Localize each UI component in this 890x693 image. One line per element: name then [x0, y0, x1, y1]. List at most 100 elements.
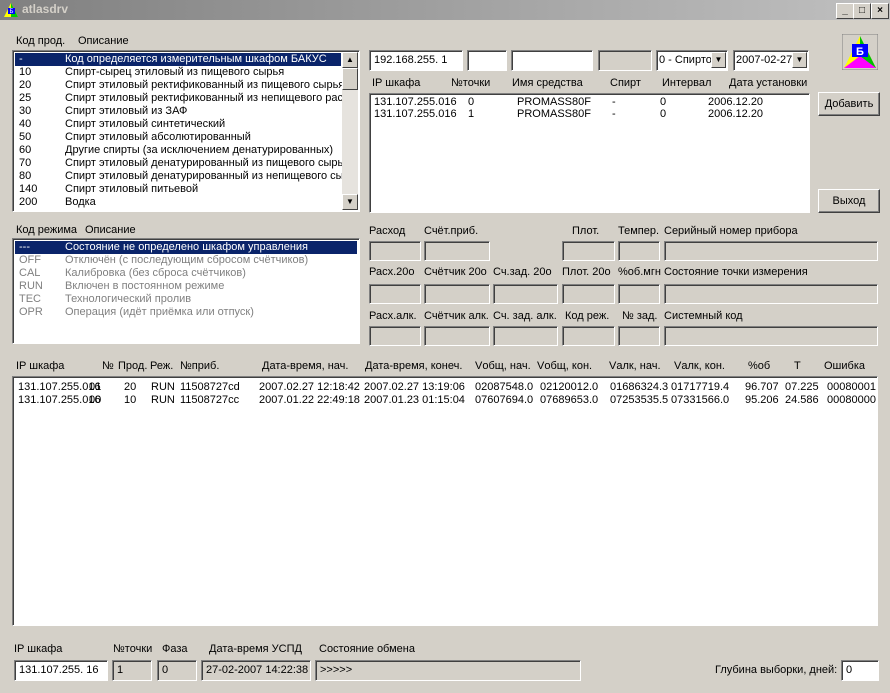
products-code-header: Код прод. — [16, 35, 66, 47]
column-header[interactable]: IP шкафа — [372, 77, 420, 89]
mode-desc: Технологический пролив — [65, 293, 192, 305]
column-header[interactable]: Дата-время, конеч. — [365, 360, 462, 372]
list-item[interactable]: 25 Спирт этиловый ректификованный из непи… — [15, 92, 348, 105]
logo-icon: Б — [842, 34, 878, 70]
column-header[interactable]: Дата установки — [729, 77, 807, 89]
table-cell: 0 — [468, 96, 475, 108]
depth-field[interactable]: 0 — [841, 660, 879, 681]
spirit-select[interactable]: 0 - Спирто ▼ — [656, 50, 728, 71]
column-header[interactable]: Vобщ, кон. — [537, 360, 592, 372]
list-item[interactable]: 80 Спирт этиловый денатурированный из неп… — [15, 170, 350, 183]
column-header[interactable]: IP шкафа — [16, 360, 64, 372]
column-header[interactable]: Имя средства — [512, 77, 583, 89]
products-list[interactable]: - Код определяется измерительным шкафом Б… — [12, 50, 360, 212]
mode-code: OPR — [19, 306, 43, 318]
param-field — [562, 326, 615, 346]
param-label: Сч.зад. 20о — [493, 266, 552, 278]
list-item[interactable]: 200 Водка — [15, 196, 341, 209]
param-label: Код реж. — [565, 310, 610, 322]
list-item[interactable]: CAL Калибровка (без сброса счётчиков) — [15, 267, 357, 280]
table-cell: 07607694.0 — [475, 394, 534, 406]
list-item[interactable]: 50 Спирт этиловый абсолютированный — [15, 131, 341, 144]
column-header[interactable]: №точки — [451, 77, 490, 89]
list-item[interactable]: 10 Спирт-сырец этиловый из пищевого сырья — [15, 66, 341, 79]
param-field — [493, 326, 558, 346]
date-select-chevron-down-icon[interactable]: ▼ — [792, 52, 807, 68]
list-item[interactable]: - Код определяется измерительным шкафом Б… — [15, 53, 341, 66]
list-item[interactable]: RUN Включен в постоянном режиме — [15, 280, 357, 293]
scroll-down-icon[interactable]: ▼ — [342, 194, 358, 210]
column-header[interactable]: Vалк, кон. — [674, 360, 725, 372]
add-button[interactable]: Добавить — [818, 92, 880, 116]
column-header[interactable]: T — [794, 360, 801, 372]
product-code: 70 — [19, 157, 32, 169]
maximize-button[interactable]: □ — [853, 3, 871, 19]
scroll-thumb[interactable] — [342, 68, 358, 90]
devices-table[interactable]: 131.107.255.016 0 PROMASS80F -0 2006.12.20 13… — [369, 93, 810, 213]
scroll-up-icon[interactable]: ▲ — [342, 52, 358, 68]
param-label: Счётчик 20о — [424, 266, 487, 278]
param-label: Системный код — [664, 310, 743, 322]
product-desc: Спирт этиловый ректификованный из непище… — [65, 92, 349, 104]
list-item[interactable]: 40 Спирт этиловый синтетический — [15, 118, 341, 131]
list-item[interactable]: OPR Операция (идёт приёмка или отпуск) — [15, 306, 357, 319]
close-button[interactable]: × — [871, 3, 889, 19]
list-item[interactable]: 70 Спирт этиловый денатурированный из пищ… — [15, 157, 343, 170]
title-bar[interactable]: Б atlasdrv _ □ × — [0, 0, 890, 20]
spirit-filter-field — [598, 50, 652, 71]
date-select[interactable]: 2007-02-27 ▼ — [733, 50, 809, 71]
table-cell: 2006.12.20 — [708, 108, 764, 120]
column-header[interactable]: № — [102, 360, 114, 372]
point-filter-field[interactable] — [467, 50, 507, 71]
list-item[interactable]: --- Состояние не определено шкафом управл… — [15, 241, 357, 254]
column-header[interactable]: Дата-время, нач. — [262, 360, 348, 372]
table-cell: 01717719.4 — [671, 381, 730, 393]
mode-desc: Операция (идёт приёмка или отпуск) — [65, 306, 254, 318]
table-row[interactable]: 131.107.255.016 1 PROMASS80F - 0 2006.12.20 — [372, 108, 807, 120]
column-header[interactable]: %об — [748, 360, 770, 372]
list-item[interactable]: 140 Спирт этиловый питьевой — [15, 183, 341, 196]
exit-button[interactable]: Выход — [818, 189, 880, 213]
table-cell: 11508727cd — [180, 381, 240, 393]
spirit-select-chevron-down-icon[interactable]: ▼ — [711, 52, 726, 68]
minimize-button[interactable]: _ — [836, 3, 854, 19]
table-cell: 2007.02.27 12:18:42 — [259, 381, 360, 393]
table-cell: 95.206 — [745, 394, 779, 406]
column-header[interactable]: Ошибка — [824, 360, 865, 372]
footer-ip-value: 131.107.255. 16 — [19, 664, 99, 676]
column-header[interactable]: Интервал — [662, 77, 711, 89]
footer-ip-field[interactable]: 131.107.255. 16 — [14, 660, 108, 681]
list-item[interactable]: 30 Спирт этиловый из ЗАФ — [15, 105, 341, 118]
app-icon: Б — [4, 3, 18, 17]
name-filter-field[interactable] — [511, 50, 593, 71]
param-label: Сч. зад. алк. — [493, 310, 557, 322]
column-header[interactable]: Vобщ, нач. — [475, 360, 531, 372]
list-item[interactable]: 60 Другие спирты (за исключением денатури… — [15, 144, 341, 157]
log-table[interactable]: 131.107.255.016 01 20 RUN 11508727cd 2007.02.… — [12, 376, 878, 626]
list-item[interactable]: OFF Отключён (с последующим сбросом счётч… — [15, 254, 357, 267]
column-header[interactable]: Прод. — [118, 360, 147, 372]
product-desc: Код определяется измерительным шкафом БА… — [65, 53, 327, 65]
footer-label: Состояние обмена — [319, 643, 415, 655]
column-header[interactable]: Vалк, нач. — [609, 360, 661, 372]
products-scrollbar[interactable]: ▲ ▼ — [342, 52, 358, 210]
column-header[interactable]: Спирт — [610, 77, 641, 89]
ip-filter-field[interactable]: 192.168.255. 1 — [369, 50, 463, 71]
param-label: %об.мгн — [618, 266, 661, 278]
app-icon-letter: Б — [10, 9, 14, 15]
table-cell: 2007.01.22 22:49:18 — [259, 394, 360, 406]
product-code: 80 — [19, 170, 32, 182]
table-row[interactable]: 131.107.255.016 00 10 RUN 11508727cc 2007.01.… — [15, 394, 876, 407]
modes-list[interactable]: --- Состояние не определено шкафом управл… — [12, 238, 360, 344]
table-cell: 0 — [660, 96, 667, 108]
list-item[interactable]: 20 Спирт этиловый ректификованный из пище… — [15, 79, 344, 92]
column-header[interactable]: №приб. — [180, 360, 219, 372]
table-cell: 00080000 — [827, 394, 876, 406]
table-row[interactable]: 131.107.255.016 0 PROMASS80F - 0 2006.12.20 — [372, 96, 807, 108]
table-row[interactable]: 131.107.255.016 01 20 RUN 11508727cd 2007.02.… — [15, 381, 876, 394]
list-item[interactable]: TEC Технологический пролив — [15, 293, 357, 306]
column-header[interactable]: Реж. — [150, 360, 173, 372]
footer-point-field: 1 — [112, 660, 152, 681]
mode-desc: Отключён (с последующим сбросом счётчико… — [65, 254, 309, 266]
table-cell: 131.107.255.016 — [374, 96, 457, 108]
